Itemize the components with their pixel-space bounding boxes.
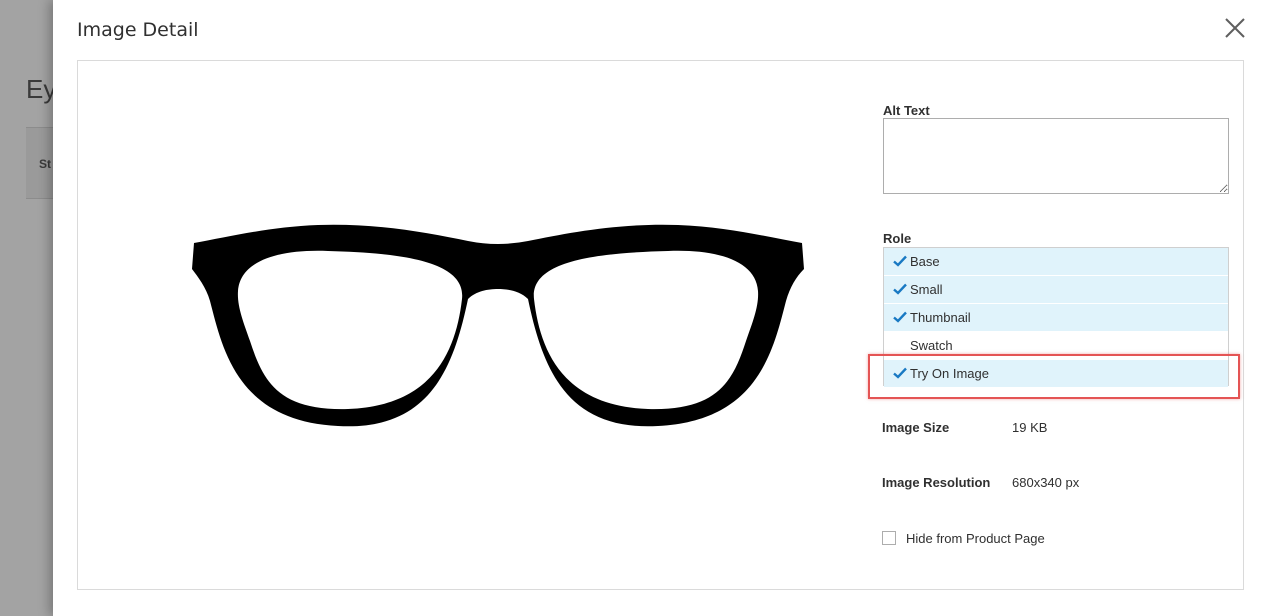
image-resolution-value: 680x340 px xyxy=(1012,475,1080,490)
background-tab-label: St xyxy=(39,157,51,171)
close-icon xyxy=(1225,18,1245,38)
role-option-label: Try On Image xyxy=(910,366,989,381)
role-option-swatch[interactable]: Swatch xyxy=(884,332,1228,360)
alt-text-input[interactable] xyxy=(883,118,1229,194)
close-button[interactable] xyxy=(1223,16,1247,40)
checkmark-icon xyxy=(893,283,907,295)
checkmark-icon xyxy=(893,311,907,323)
image-size-value: 19 KB xyxy=(1012,420,1048,435)
image-detail-modal: Image Detail Alt Text Role Base Small Th… xyxy=(53,0,1268,616)
hide-from-product-page-row: Hide from Product Page xyxy=(882,530,1045,546)
hide-from-product-page-label[interactable]: Hide from Product Page xyxy=(906,531,1045,546)
alt-text-label: Alt Text xyxy=(883,103,930,118)
role-option-small[interactable]: Small xyxy=(884,276,1228,304)
hide-from-product-page-checkbox[interactable] xyxy=(882,531,896,545)
image-preview xyxy=(188,221,808,431)
role-multiselect[interactable]: Base Small Thumbnail Swatch Try On Image xyxy=(883,247,1229,388)
role-option-label: Swatch xyxy=(910,338,953,353)
background-page-title: Ey xyxy=(26,74,57,104)
checkmark-icon xyxy=(893,367,907,379)
role-option-label: Base xyxy=(910,254,940,269)
role-label: Role xyxy=(883,231,912,246)
role-option-thumbnail[interactable]: Thumbnail xyxy=(884,304,1228,332)
modal-title: Image Detail xyxy=(77,19,199,41)
image-size-label: Image Size xyxy=(882,420,950,435)
role-option-base[interactable]: Base xyxy=(884,248,1228,276)
role-option-label: Small xyxy=(910,282,943,297)
image-detail-content: Alt Text Role Base Small Thumbnail Swatc… xyxy=(77,60,1244,590)
image-resolution-label: Image Resolution xyxy=(882,475,991,490)
role-option-label: Thumbnail xyxy=(910,310,971,325)
role-option-try-on-image[interactable]: Try On Image xyxy=(884,360,1228,388)
checkmark-icon xyxy=(893,255,907,267)
eyeglasses-image xyxy=(192,224,804,427)
